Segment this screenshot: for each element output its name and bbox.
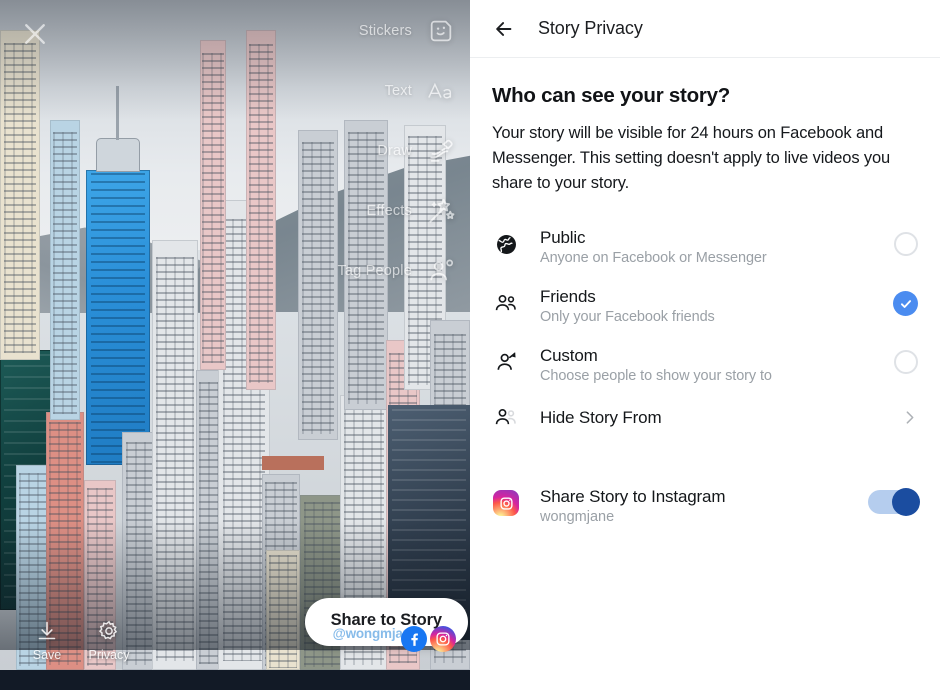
privacy-label: Privacy xyxy=(88,648,130,662)
panel-body: Who can see your story? Your story will … xyxy=(470,58,940,535)
editing-tool-rail: Stickers Text Draw Effects Tag People xyxy=(337,14,458,288)
facebook-icon xyxy=(401,626,427,652)
option-text: Public Anyone on Facebook or Messenger xyxy=(540,228,864,266)
share-story-to-instagram-row[interactable]: Share Story to Instagram wongmjane xyxy=(492,487,920,535)
privacy-options-list: Public Anyone on Facebook or Messenger F… xyxy=(492,218,918,445)
text-aa-icon xyxy=(424,74,458,108)
save-button[interactable]: Save xyxy=(16,618,78,662)
tool-stickers[interactable]: Stickers xyxy=(359,14,458,48)
tool-label: Draw xyxy=(377,143,412,159)
tower-cap xyxy=(96,138,140,172)
option-custom[interactable]: Custom Choose people to show your story … xyxy=(492,336,918,395)
building-red-roof xyxy=(262,456,324,470)
share-destination-icons xyxy=(401,626,456,652)
option-text: Hide Story From xyxy=(540,408,864,428)
gear-icon xyxy=(96,618,122,644)
privacy-button[interactable]: Privacy xyxy=(78,618,140,662)
building-blue-tower xyxy=(86,170,150,465)
option-control[interactable] xyxy=(884,287,918,316)
page-title: Story Privacy xyxy=(538,18,643,38)
close-story-button[interactable] xyxy=(20,19,50,49)
story-composer-panel: Stickers Text Draw Effects Tag People Sa… xyxy=(0,0,470,690)
tool-label: Text xyxy=(384,83,412,99)
panel-header: Story Privacy xyxy=(470,0,940,58)
person-edit-icon xyxy=(492,346,520,375)
instagram-icon xyxy=(492,487,520,516)
option-title: Friends xyxy=(540,287,596,306)
tower-spire xyxy=(116,86,119,140)
instagram-toggle-control[interactable] xyxy=(862,487,920,516)
toggle-switch-on[interactable] xyxy=(868,488,920,516)
question-heading: Who can see your story? xyxy=(492,84,731,107)
tool-label: Stickers xyxy=(358,23,412,39)
building xyxy=(246,30,276,390)
tool-text[interactable]: Text xyxy=(385,74,458,108)
globe-icon xyxy=(492,228,520,257)
tool-label: Tag People xyxy=(337,263,412,279)
option-subtitle: Choose people to show your story to xyxy=(540,368,772,384)
option-text: Friends Only your Facebook friends xyxy=(540,287,864,325)
option-control[interactable] xyxy=(884,409,918,426)
tag-person-icon xyxy=(424,254,458,288)
instagram-row-title: Share Story to Instagram xyxy=(540,487,726,506)
chevron-right-icon xyxy=(906,411,914,424)
option-hide-story-from[interactable]: Hide Story From xyxy=(492,395,918,445)
instagram-row-subtitle: wongmjane xyxy=(540,509,615,525)
building xyxy=(298,130,338,440)
option-subtitle: Anyone on Facebook or Messenger xyxy=(540,250,767,266)
save-label: Save xyxy=(32,648,62,662)
option-title: Custom xyxy=(540,346,598,365)
option-friends[interactable]: Friends Only your Facebook friends xyxy=(492,277,918,336)
draw-marker-icon xyxy=(424,134,458,168)
radio-unselected-icon[interactable] xyxy=(894,232,918,256)
radio-selected-check-icon[interactable] xyxy=(893,291,918,316)
person-hidden-icon xyxy=(492,405,520,430)
building xyxy=(200,40,226,370)
close-x-icon xyxy=(25,24,45,44)
sticker-face-icon xyxy=(424,14,458,48)
tool-label: Effects xyxy=(366,203,412,219)
arrow-left-icon xyxy=(496,21,512,36)
toggle-knob xyxy=(892,488,920,516)
two-people-icon xyxy=(492,287,520,316)
app-screen: Stickers Text Draw Effects Tag People Sa… xyxy=(0,0,940,690)
instagram-row-text: Share Story to Instagram wongmjane xyxy=(540,487,842,525)
tool-draw[interactable]: Draw xyxy=(377,134,458,168)
magic-wand-sparkle-icon xyxy=(424,194,458,228)
description-text: Your story will be visible for 24 hours … xyxy=(492,124,891,192)
option-text: Custom Choose people to show your story … xyxy=(540,346,864,384)
option-title: Hide Story From xyxy=(540,407,662,427)
option-public[interactable]: Public Anyone on Facebook or Messenger xyxy=(492,218,918,277)
building xyxy=(50,120,80,420)
instagram-badge xyxy=(493,490,519,516)
option-control[interactable] xyxy=(884,346,918,374)
tool-tag-people[interactable]: Tag People xyxy=(337,254,458,288)
instagram-icon xyxy=(430,626,456,652)
option-title: Public xyxy=(540,228,586,247)
download-arrow-icon xyxy=(34,618,60,644)
tool-effects[interactable]: Effects xyxy=(367,194,458,228)
share-to-story-button[interactable]: Share to Story @wongmjane xyxy=(304,598,468,652)
back-button[interactable] xyxy=(492,17,516,41)
radio-unselected-icon[interactable] xyxy=(894,350,918,374)
composer-bottom-bar: Save Privacy Share to Story @wongmjane xyxy=(0,592,470,670)
option-subtitle: Only your Facebook friends xyxy=(540,309,715,325)
option-control[interactable] xyxy=(884,228,918,256)
story-privacy-panel: Story Privacy Who can see your story? Yo… xyxy=(470,0,940,690)
building xyxy=(0,30,40,360)
